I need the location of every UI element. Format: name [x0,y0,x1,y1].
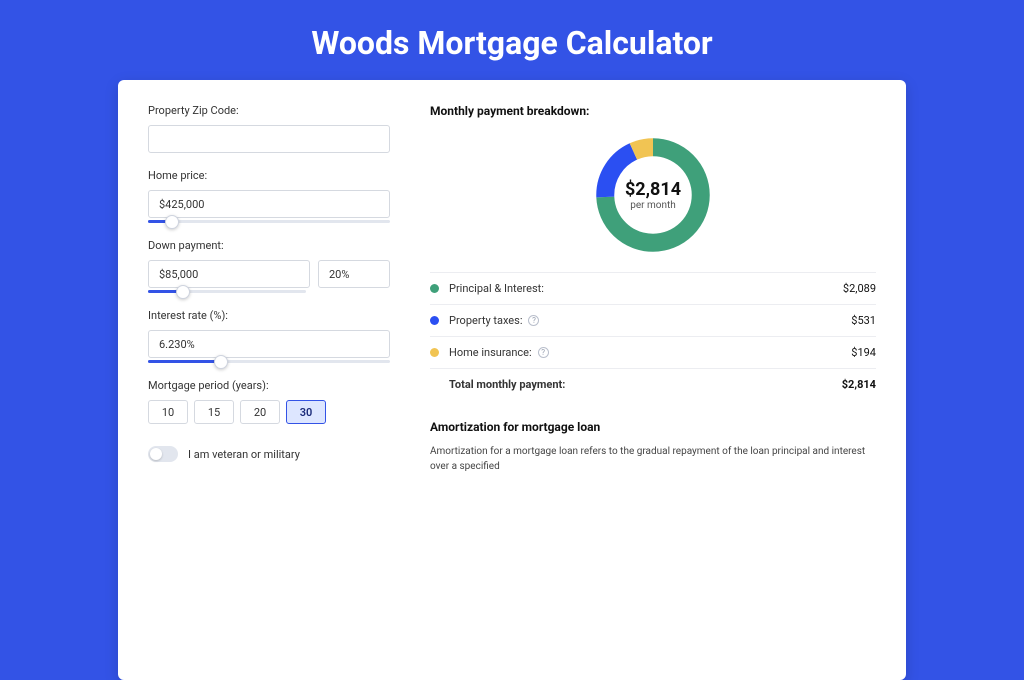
veteran-toggle[interactable] [148,446,178,462]
slider-thumb[interactable] [176,285,190,299]
legend-value: $194 [851,346,876,359]
legend-dot [430,316,439,325]
legend-row: Home insurance:?$194 [430,337,876,369]
period-option-10[interactable]: 10 [148,400,188,424]
amortization-body: Amortization for a mortgage loan refers … [430,444,876,474]
interest-rate-slider[interactable] [148,360,390,363]
legend-dot [430,348,439,357]
down-payment-slider[interactable] [148,290,306,293]
period-option-15[interactable]: 15 [194,400,234,424]
toggle-knob [150,448,162,460]
breakdown-legend: Principal & Interest:$2,089Property taxe… [430,272,876,400]
period-option-20[interactable]: 20 [240,400,280,424]
legend-total-value: $2,814 [842,378,876,391]
donut-center-amount: $2,814 [625,179,681,200]
inputs-column: Property Zip Code: Home price: Down paym… [148,104,390,474]
interest-rate-label: Interest rate (%): [148,309,390,322]
legend-value: $531 [851,314,876,327]
legend-row: Principal & Interest:$2,089 [430,273,876,305]
legend-row: Property taxes:?$531 [430,305,876,337]
breakdown-column: Monthly payment breakdown: $2,814 per mo… [430,104,876,474]
home-price-label: Home price: [148,169,390,182]
slider-thumb[interactable] [214,355,228,369]
amortization-title: Amortization for mortgage loan [430,420,876,434]
calculator-card: Property Zip Code: Home price: Down paym… [118,80,906,680]
down-payment-amount-input[interactable] [148,260,310,288]
zip-field: Property Zip Code: [148,104,390,153]
veteran-row: I am veteran or military [148,446,390,462]
donut-chart: $2,814 per month [590,132,716,258]
home-price-slider[interactable] [148,220,390,223]
help-icon[interactable]: ? [538,347,549,358]
down-payment-percent-input[interactable] [318,260,390,288]
interest-rate-input[interactable] [148,330,390,358]
mortgage-period-label: Mortgage period (years): [148,379,390,392]
legend-total-label: Total monthly payment: [449,378,842,391]
home-price-input[interactable] [148,190,390,218]
amortization-section: Amortization for mortgage loan Amortizat… [430,420,876,474]
mortgage-period-field: Mortgage period (years): 10152030 [148,379,390,424]
legend-value: $2,089 [843,282,876,295]
home-price-field: Home price: [148,169,390,223]
slider-thumb[interactable] [165,215,179,229]
legend-total-row: Total monthly payment:$2,814 [430,369,876,400]
period-option-30[interactable]: 30 [286,400,326,424]
help-icon[interactable]: ? [528,315,539,326]
donut-chart-container: $2,814 per month [430,128,876,272]
donut-center: $2,814 per month [590,132,716,258]
down-payment-label: Down payment: [148,239,390,252]
down-payment-field: Down payment: [148,239,390,293]
page-title: Woods Mortgage Calculator [0,0,1024,80]
veteran-label: I am veteran or military [188,448,300,461]
zip-input[interactable] [148,125,390,153]
donut-center-sub: per month [630,200,676,211]
breakdown-title: Monthly payment breakdown: [430,104,876,118]
zip-label: Property Zip Code: [148,104,390,117]
legend-label: Principal & Interest: [449,282,843,295]
legend-label: Home insurance:? [449,346,851,359]
legend-label: Property taxes:? [449,314,851,327]
interest-rate-field: Interest rate (%): [148,309,390,363]
mortgage-period-group: 10152030 [148,400,390,424]
legend-dot [430,284,439,293]
